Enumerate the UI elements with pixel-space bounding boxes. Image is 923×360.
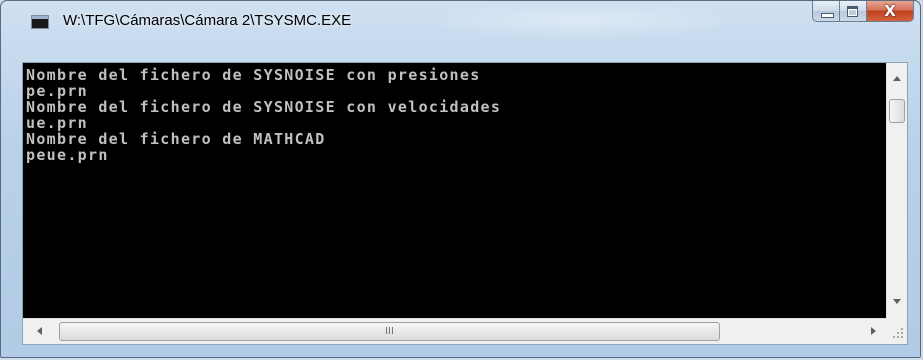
window-title: W:\TFG\Cámaras\Cámara 2\TSYSMC.EXE bbox=[63, 12, 352, 29]
maximize-icon bbox=[847, 6, 858, 17]
vertical-scroll-thumb[interactable] bbox=[889, 99, 905, 123]
title-glow bbox=[421, 1, 741, 39]
maximize-button[interactable] bbox=[840, 1, 867, 22]
minimize-button[interactable] bbox=[812, 1, 840, 22]
close-button[interactable]: X bbox=[867, 1, 914, 22]
minimize-icon bbox=[821, 13, 834, 18]
grip-dot bbox=[901, 328, 903, 330]
size-grip-icon[interactable] bbox=[886, 318, 907, 344]
console-line-2: pe.prn bbox=[26, 82, 88, 100]
grip-dot bbox=[897, 332, 899, 334]
console-output[interactable]: Nombre del fichero de SYSNOISE con presi… bbox=[23, 63, 886, 318]
grip-dot bbox=[897, 336, 899, 338]
console-line-6: peue.prn bbox=[26, 146, 109, 164]
horizontal-scrollbar[interactable]: III bbox=[23, 318, 886, 344]
console-client-area: Nombre del fichero de SYSNOISE con presi… bbox=[22, 62, 908, 345]
scroll-grip-icon: III bbox=[385, 326, 394, 337]
scroll-right-arrow-icon[interactable] bbox=[871, 327, 876, 335]
console-app-icon[interactable] bbox=[31, 15, 49, 29]
horizontal-scroll-thumb[interactable]: III bbox=[59, 322, 720, 341]
console-line-1: Nombre del fichero de SYSNOISE con presi… bbox=[26, 66, 481, 84]
grip-dot bbox=[893, 336, 895, 338]
vertical-scrollbar[interactable] bbox=[886, 63, 907, 318]
scroll-left-arrow-icon[interactable] bbox=[37, 327, 42, 335]
scroll-down-arrow-icon[interactable] bbox=[893, 299, 901, 304]
close-icon: X bbox=[884, 2, 896, 20]
grip-dot bbox=[901, 336, 903, 338]
console-line-4: ue.prn bbox=[26, 114, 88, 132]
console-line-5: Nombre del fichero de MATHCAD bbox=[26, 130, 326, 148]
grip-dot bbox=[901, 332, 903, 334]
console-window: W:\TFG\Cámaras\Cámara 2\TSYSMC.EXE X Nom… bbox=[0, 0, 921, 358]
title-bar[interactable]: W:\TFG\Cámaras\Cámara 2\TSYSMC.EXE X bbox=[1, 1, 920, 39]
scroll-up-arrow-icon[interactable] bbox=[893, 76, 901, 81]
caption-buttons: X bbox=[812, 1, 914, 23]
console-line-3: Nombre del fichero de SYSNOISE con veloc… bbox=[26, 98, 502, 116]
